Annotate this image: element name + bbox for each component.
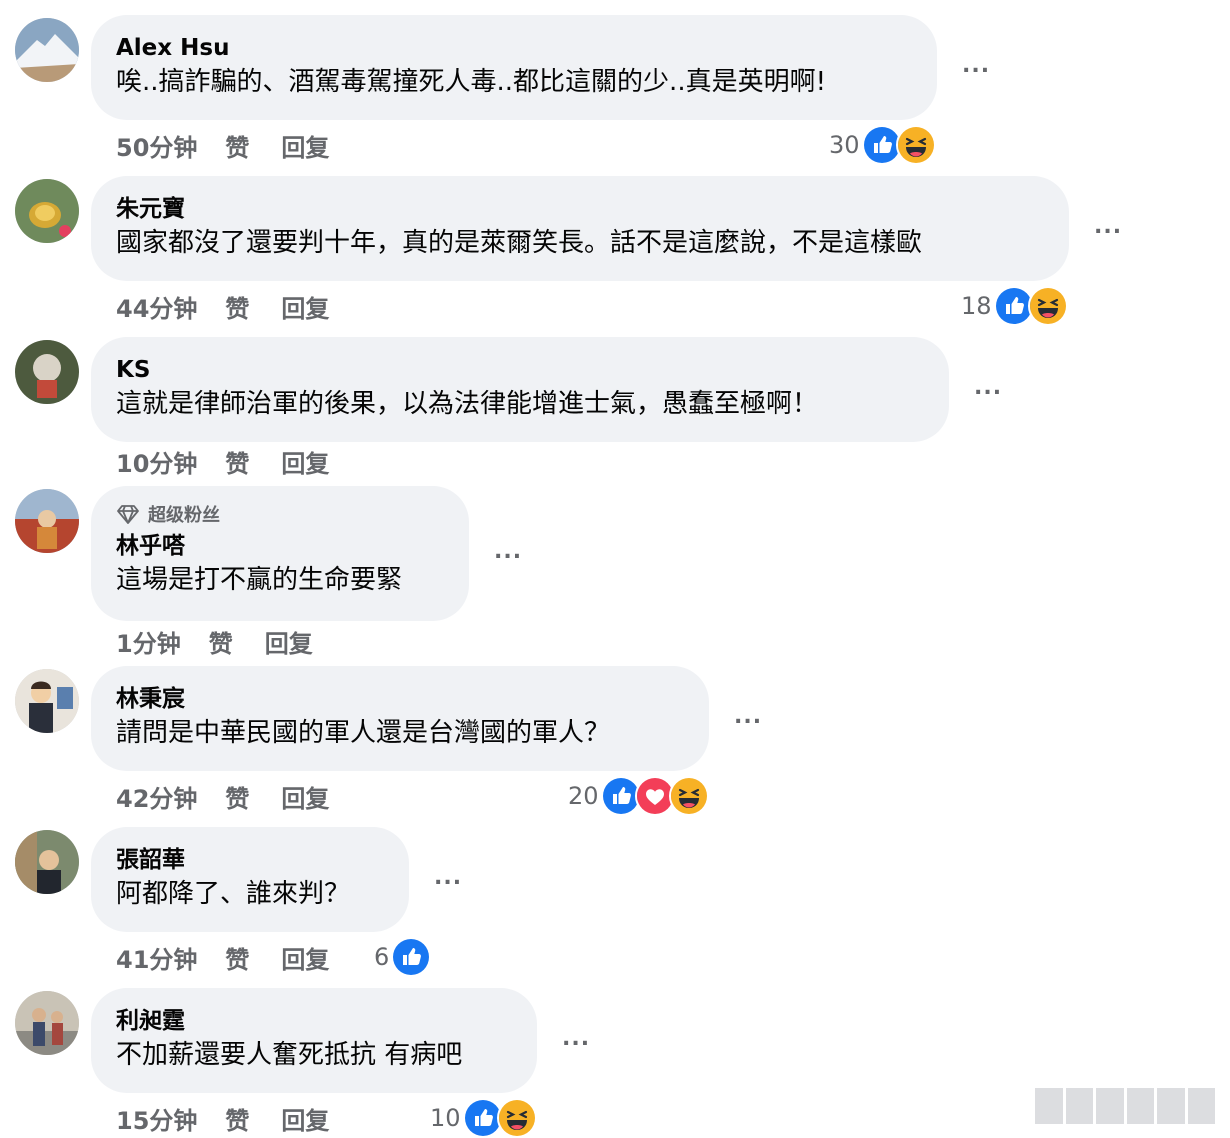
reaction-count: 6: [374, 943, 390, 971]
more-options-button[interactable]: ...: [494, 541, 522, 563]
comment-bubble: 朱元寶 國家都沒了還要判十年，真的是萊爾笑長。話不是這麼說，不是這樣歐: [91, 176, 1069, 281]
comment-author[interactable]: 朱元寶: [116, 193, 1044, 225]
reply-button[interactable]: 回复: [281, 444, 329, 479]
like-button[interactable]: 赞: [225, 1101, 249, 1136]
comment-timestamp[interactable]: 15分钟: [116, 1101, 197, 1136]
more-options-button[interactable]: ...: [434, 867, 462, 889]
comment-timestamp[interactable]: 1分钟: [116, 624, 181, 659]
comment-author[interactable]: KS: [116, 354, 924, 386]
comment-timestamp[interactable]: 41分钟: [116, 940, 197, 975]
comment-author[interactable]: 林乎嗒: [116, 530, 444, 562]
comment-text: 請問是中華民國的軍人還是台灣國的軍人？: [116, 718, 611, 748]
top-fan-badge: 超级粉丝: [116, 500, 444, 528]
comment-timestamp[interactable]: 42分钟: [116, 779, 197, 814]
comment-bubble: 利昶霆 不加薪還要人奮死抵抗 有病吧: [91, 988, 537, 1093]
reaction-summary[interactable]: 30: [829, 125, 936, 165]
reply-button[interactable]: 回复: [265, 624, 313, 659]
comment-bubble: 林秉宸 請問是中華民國的軍人還是台灣國的軍人？: [91, 666, 709, 771]
comment-bubble: 張韶華 阿都降了、誰來判？: [91, 827, 409, 932]
avatar[interactable]: [15, 489, 79, 553]
reaction-count: 20: [568, 782, 599, 810]
comment-actions: 10分钟 赞 回复: [116, 441, 329, 481]
more-options-button[interactable]: ...: [734, 706, 762, 728]
comment-text: 國家都沒了還要判十年，真的是萊爾笑長。話不是這麼說，不是這樣歐: [116, 228, 923, 258]
haha-icon: [668, 776, 709, 816]
reaction-summary[interactable]: 6: [374, 937, 432, 977]
like-button[interactable]: 赞: [225, 128, 249, 163]
comment-text: 阿都降了、誰來判？: [116, 879, 351, 909]
comment-timestamp[interactable]: 50分钟: [116, 128, 197, 163]
avatar[interactable]: [15, 18, 79, 82]
comment-author[interactable]: 利昶霆: [116, 1005, 512, 1037]
reply-button[interactable]: 回复: [281, 1101, 329, 1136]
reply-button[interactable]: 回复: [281, 289, 329, 324]
scrollbar-thumb[interactable]: [1035, 1088, 1215, 1124]
comment-text: 唉..搞詐騙的、酒駕毒駕撞死人毒..都比這關的少..真是英明啊!: [116, 67, 827, 97]
haha-icon: [895, 125, 936, 165]
more-options-button[interactable]: ...: [962, 55, 990, 77]
like-button[interactable]: 赞: [225, 940, 249, 975]
diamond-icon: [116, 502, 140, 526]
comment-author[interactable]: 張韶華: [116, 844, 384, 876]
reaction-summary[interactable]: 10: [430, 1098, 537, 1138]
comment-timestamp[interactable]: 44分钟: [116, 289, 197, 324]
comment-actions: 44分钟 赞 回复: [116, 286, 329, 326]
comment-text: 這場是打不贏的生命要緊: [116, 565, 403, 595]
comment-bubble: 超级粉丝 林乎嗒 這場是打不贏的生命要緊: [91, 486, 469, 621]
reaction-count: 30: [829, 131, 860, 159]
comment-bubble: Alex Hsu 唉..搞詐騙的、酒駕毒駕撞死人毒..都比這關的少..真是英明啊…: [91, 15, 937, 120]
comment-bubble: KS 這就是律師治軍的後果，以為法律能增進士氣，愚蠢至極啊！: [91, 337, 949, 442]
comment-actions: 15分钟 赞 回复: [116, 1098, 329, 1138]
reaction-summary[interactable]: 20: [568, 776, 709, 816]
reaction-count: 10: [430, 1104, 461, 1132]
comment-text: 不加薪還要人奮死抵抗 有病吧: [116, 1040, 463, 1070]
reply-button[interactable]: 回复: [281, 779, 329, 814]
avatar[interactable]: [15, 669, 79, 733]
more-options-button[interactable]: ...: [1094, 216, 1122, 238]
haha-icon: [496, 1098, 537, 1138]
comment-actions: 1分钟 赞 回复: [116, 621, 313, 661]
reaction-count: 18: [961, 292, 992, 320]
comment-author[interactable]: Alex Hsu: [116, 32, 912, 64]
reply-button[interactable]: 回复: [281, 940, 329, 975]
reaction-summary[interactable]: 18: [961, 286, 1068, 326]
comment-actions: 41分钟 赞 回复: [116, 937, 329, 977]
avatar[interactable]: [15, 340, 79, 404]
like-button[interactable]: 赞: [225, 444, 249, 479]
avatar[interactable]: [15, 830, 79, 894]
like-icon: [391, 937, 432, 977]
like-button[interactable]: 赞: [225, 289, 249, 324]
like-button[interactable]: 赞: [209, 624, 233, 659]
more-options-button[interactable]: ...: [974, 377, 1002, 399]
comment-text: 這就是律師治軍的後果，以為法律能增進士氣，愚蠢至極啊！: [116, 389, 819, 419]
reply-button[interactable]: 回复: [281, 128, 329, 163]
badge-label: 超级粉丝: [148, 505, 220, 526]
more-options-button[interactable]: ...: [562, 1028, 590, 1050]
like-button[interactable]: 赞: [225, 779, 249, 814]
comment-author[interactable]: 林秉宸: [116, 683, 684, 715]
avatar[interactable]: [15, 991, 79, 1055]
avatar[interactable]: [15, 179, 79, 243]
comment-actions: 50分钟 赞 回复: [116, 125, 329, 165]
haha-icon: [1027, 286, 1068, 326]
comment-timestamp[interactable]: 10分钟: [116, 444, 197, 479]
comment-actions: 42分钟 赞 回复: [116, 776, 329, 816]
